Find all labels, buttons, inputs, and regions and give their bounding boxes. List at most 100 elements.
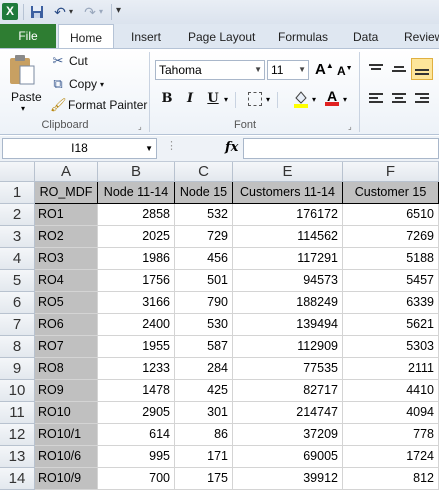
align-bottom-icon[interactable] <box>411 58 433 80</box>
table-cell[interactable]: 139494 <box>233 314 343 336</box>
align-top-icon[interactable] <box>368 62 384 76</box>
table-cell[interactable]: 3166 <box>98 292 175 314</box>
save-icon[interactable] <box>27 3 47 21</box>
row-label-cell[interactable]: RO8 <box>35 358 98 380</box>
row-label-cell[interactable]: RO2 <box>35 226 98 248</box>
row-header[interactable]: 5 <box>0 270 35 292</box>
table-header-cell[interactable]: RO_MDF <box>35 182 98 204</box>
table-cell[interactable]: 532 <box>175 204 233 226</box>
table-cell[interactable]: 6510 <box>343 204 439 226</box>
row-header[interactable]: 1 <box>0 182 35 204</box>
table-cell[interactable]: 2905 <box>98 402 175 424</box>
table-cell[interactable]: 6339 <box>343 292 439 314</box>
row-header[interactable]: 4 <box>0 248 35 270</box>
row-label-cell[interactable]: RO6 <box>35 314 98 336</box>
table-cell[interactable]: 1986 <box>98 248 175 270</box>
column-header[interactable]: B <box>98 162 175 182</box>
table-cell[interactable]: 82717 <box>233 380 343 402</box>
table-header-cell[interactable]: Node 11-14 <box>98 182 175 204</box>
formula-input[interactable] <box>243 138 439 159</box>
insert-function-button[interactable]: fx <box>225 140 238 155</box>
clipboard-dialog-launcher-icon[interactable]: ⌟ <box>138 122 142 131</box>
name-box[interactable]: I18 ▼ <box>2 138 157 159</box>
table-cell[interactable]: 2858 <box>98 204 175 226</box>
select-all-corner[interactable] <box>0 162 35 182</box>
table-cell[interactable]: 7269 <box>343 226 439 248</box>
table-cell[interactable]: 175 <box>175 468 233 490</box>
row-header[interactable]: 2 <box>0 204 35 226</box>
font-color-dropdown-icon[interactable]: ▾ <box>343 95 347 104</box>
underline-button[interactable]: U <box>204 90 222 108</box>
row-header[interactable]: 10 <box>0 380 35 402</box>
font-dialog-launcher-icon[interactable]: ⌟ <box>348 122 352 131</box>
table-cell[interactable]: 790 <box>175 292 233 314</box>
row-label-cell[interactable]: RO10/6 <box>35 446 98 468</box>
table-cell[interactable]: 112909 <box>233 336 343 358</box>
row-header[interactable]: 8 <box>0 336 35 358</box>
tab-data[interactable]: Data <box>353 24 378 48</box>
table-cell[interactable]: 2025 <box>98 226 175 248</box>
row-header[interactable]: 3 <box>0 226 35 248</box>
row-header[interactable]: 11 <box>0 402 35 424</box>
table-cell[interactable]: 176172 <box>233 204 343 226</box>
column-header[interactable]: C <box>175 162 233 182</box>
row-label-cell[interactable]: RO4 <box>35 270 98 292</box>
row-label-cell[interactable]: RO10/1 <box>35 424 98 446</box>
row-label-cell[interactable]: RO9 <box>35 380 98 402</box>
table-cell[interactable]: 501 <box>175 270 233 292</box>
shrink-font-icon[interactable]: A▼ <box>337 64 353 78</box>
borders-icon[interactable] <box>248 92 262 106</box>
borders-dropdown-icon[interactable]: ▾ <box>266 95 270 104</box>
table-cell[interactable]: 4410 <box>343 380 439 402</box>
table-cell[interactable]: 301 <box>175 402 233 424</box>
grow-font-icon[interactable]: A▲ <box>315 61 334 78</box>
column-header[interactable]: A <box>35 162 98 182</box>
align-middle-icon[interactable] <box>391 62 407 76</box>
spreadsheet-grid[interactable]: A B C E F 1 RO_MDF Node 11-14 Node 15 Customers 1… <box>0 162 439 490</box>
fill-color-icon[interactable] <box>293 89 309 109</box>
table-cell[interactable]: 94573 <box>233 270 343 292</box>
cut-button[interactable]: ✂ Cut <box>50 54 88 69</box>
tab-home[interactable]: Home <box>58 24 114 49</box>
align-right-icon[interactable] <box>414 92 430 106</box>
paste-icon[interactable] <box>7 54 37 88</box>
copy-dropdown-icon[interactable]: ▾ <box>100 80 104 89</box>
row-label-cell[interactable]: RO3 <box>35 248 98 270</box>
fill-color-dropdown-icon[interactable]: ▾ <box>312 95 316 104</box>
formula-bar-resize-handle[interactable]: ⋮ <box>166 139 182 157</box>
column-header[interactable]: E <box>233 162 343 182</box>
table-cell[interactable]: 2111 <box>343 358 439 380</box>
paste-dropdown-icon[interactable]: ▾ <box>21 104 25 113</box>
format-painter-button[interactable]: 🖌 Format Painter <box>50 98 147 113</box>
undo-dropdown-icon[interactable]: ▾ <box>69 7 73 16</box>
table-cell[interactable]: 425 <box>175 380 233 402</box>
underline-dropdown-icon[interactable]: ▾ <box>224 95 228 104</box>
table-cell[interactable]: 1724 <box>343 446 439 468</box>
table-cell[interactable]: 214747 <box>233 402 343 424</box>
table-cell[interactable]: 117291 <box>233 248 343 270</box>
column-header[interactable]: F <box>343 162 439 182</box>
table-cell[interactable]: 69005 <box>233 446 343 468</box>
font-name-combobox[interactable]: Tahoma ▼ <box>155 60 265 80</box>
table-cell[interactable]: 1756 <box>98 270 175 292</box>
table-cell[interactable]: 995 <box>98 446 175 468</box>
table-header-cell[interactable]: Node 15 <box>175 182 233 204</box>
font-name-dropdown-icon[interactable]: ▼ <box>254 61 262 79</box>
tab-page-layout[interactable]: Page Layout <box>188 24 255 48</box>
table-cell[interactable]: 5188 <box>343 248 439 270</box>
table-cell[interactable]: 39912 <box>233 468 343 490</box>
row-header[interactable]: 7 <box>0 314 35 336</box>
table-cell[interactable]: 1955 <box>98 336 175 358</box>
bold-button[interactable]: B <box>158 90 176 108</box>
row-label-cell[interactable]: RO1 <box>35 204 98 226</box>
row-header[interactable]: 9 <box>0 358 35 380</box>
tab-file[interactable]: File <box>0 24 56 48</box>
table-cell[interactable]: 778 <box>343 424 439 446</box>
name-box-dropdown-icon[interactable]: ▼ <box>145 139 153 158</box>
table-cell[interactable]: 1478 <box>98 380 175 402</box>
customize-qat-icon[interactable]: ▾ <box>116 5 121 16</box>
table-cell[interactable]: 614 <box>98 424 175 446</box>
redo-icon[interactable]: ↷ <box>80 3 100 21</box>
table-cell[interactable]: 700 <box>98 468 175 490</box>
table-header-cell[interactable]: Customers 11-14 <box>233 182 343 204</box>
